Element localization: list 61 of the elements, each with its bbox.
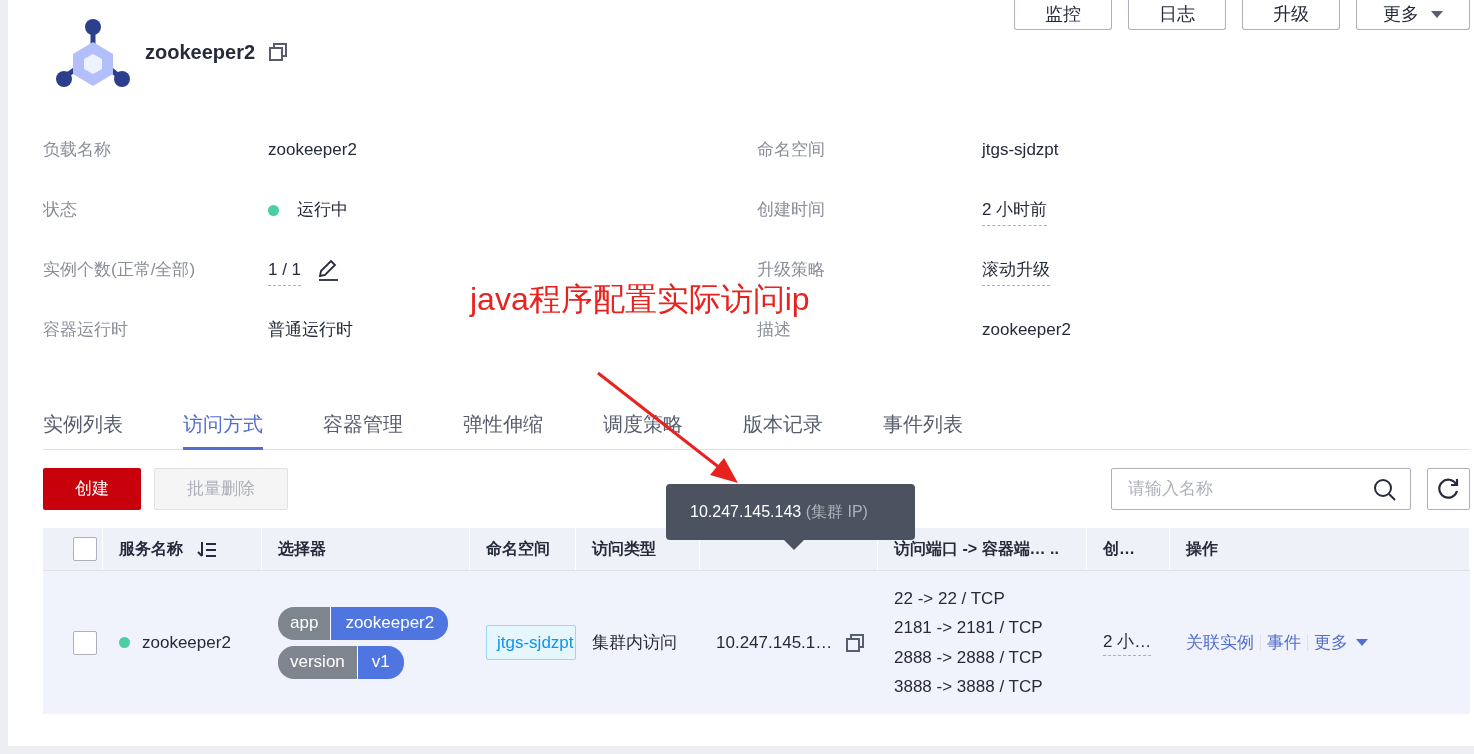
header-button[interactable]: 日志 <box>1128 0 1226 30</box>
refresh-button[interactable] <box>1427 468 1470 510</box>
service-name: zookeeper2 <box>142 631 231 654</box>
detail-value: 1 / 1 <box>268 254 302 286</box>
tab[interactable]: 版本记录 <box>743 400 823 450</box>
tab[interactable]: 访问方式 <box>183 400 263 450</box>
column-header: 命名空间 <box>486 539 550 559</box>
header-button[interactable]: 监控 <box>1014 0 1112 30</box>
tab[interactable]: 弹性伸缩 <box>463 400 543 450</box>
column-header: 选择器 <box>278 539 326 559</box>
tab[interactable]: 实例列表 <box>43 400 123 450</box>
detail-value: 运行中 <box>297 199 348 221</box>
port-mapping: 22 -> 22 / TCP <box>894 587 1006 610</box>
detail-value: zookeeper2 <box>982 319 1071 341</box>
workload-title: zookeeper2 <box>145 40 256 65</box>
search-icon[interactable] <box>1373 477 1396 501</box>
header-button[interactable]: 更多 <box>1356 0 1470 30</box>
tab[interactable]: 容器管理 <box>323 400 403 450</box>
copy-icon[interactable] <box>846 633 865 652</box>
detail-label: 负载名称 <box>43 139 111 162</box>
namespace-tag: jtgs-sjdzpt <box>486 624 576 661</box>
detail-label: 创建时间 <box>757 199 825 222</box>
detail-label: 命名空间 <box>757 139 825 162</box>
row-checkbox[interactable] <box>73 630 97 655</box>
column-header: 访问类型 <box>592 539 656 559</box>
port-mapping: 2181 -> 2181 / TCP <box>894 617 1043 639</box>
table-cell-text: 集群内访问 <box>592 631 677 654</box>
table-cell: 2 小… <box>1103 629 1152 656</box>
detail-value: 滚动升级 <box>982 254 1050 286</box>
edit-icon[interactable] <box>317 259 340 281</box>
port-mapping: 2888 -> 2888 / TCP <box>894 646 1043 669</box>
create-button[interactable]: 创建 <box>43 468 141 510</box>
detail-value: 普通运行时 <box>268 319 353 341</box>
copy-icon[interactable] <box>269 43 288 61</box>
search-field[interactable]: 请输入名称 <box>1111 468 1411 510</box>
tab[interactable]: 事件列表 <box>883 400 963 450</box>
table-cell-text: 10.247.145.1… <box>716 631 833 654</box>
detail-value: 2 小时前 <box>982 194 1048 226</box>
column-header: 操作 <box>1186 539 1218 559</box>
port-mapping: 3888 -> 3888 / TCP <box>894 676 1043 698</box>
detail-label: 容器运行时 <box>43 319 128 342</box>
caret-icon <box>1431 10 1443 18</box>
detail-value: jtgs-sjdzpt <box>982 139 1059 161</box>
refresh-icon <box>1436 477 1461 501</box>
column-header: 创… <box>1103 539 1135 559</box>
header-button[interactable]: 升级 <box>1242 0 1340 30</box>
detail-label: 升级策略 <box>757 259 825 282</box>
sort-icon[interactable] <box>197 540 217 558</box>
select-all-checkbox[interactable] <box>73 537 97 561</box>
tooltip-text: 10.247.145.143 (集群 IP) <box>690 502 868 522</box>
detail-label: 状态 <box>43 199 77 222</box>
annotation-text: java程序配置实际访问ip <box>470 280 810 319</box>
detail-label: 描述 <box>757 319 791 342</box>
action-link[interactable]: 更多 <box>1314 629 1368 656</box>
column-header: 访问端口 -> 容器端… .. <box>894 539 1059 559</box>
detail-label: 实例个数(正常/全部) <box>43 259 196 282</box>
action-link[interactable]: 事件 <box>1267 629 1301 656</box>
column-header: 服务名称 <box>119 539 183 559</box>
action-link[interactable]: 关联实例 <box>1186 629 1254 656</box>
detail-value: zookeeper2 <box>268 139 357 161</box>
caret-icon <box>1356 639 1368 646</box>
